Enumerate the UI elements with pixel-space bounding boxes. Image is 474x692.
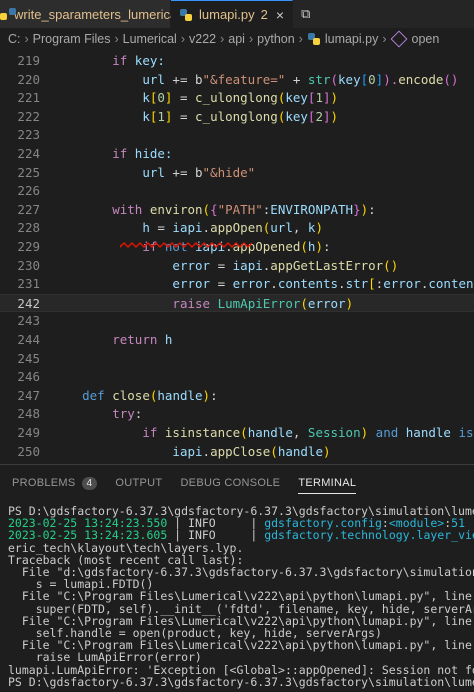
breadcrumb-item[interactable]: v222 bbox=[189, 32, 216, 46]
code-text: def close(handle): bbox=[82, 387, 218, 403]
line-number: 227 bbox=[17, 201, 40, 217]
code-text: with environ({"PATH":ENVIRONPATH}): bbox=[112, 201, 376, 217]
code-line[interactable]: 246 bbox=[0, 368, 474, 386]
breadcrumb-item[interactable]: python bbox=[257, 32, 295, 46]
code-text: k[0] = c_ulonglong(key[1]) bbox=[142, 90, 339, 106]
tab-terminal[interactable]: TERMINAL bbox=[298, 468, 357, 498]
code-text: iapi.appClose(handle) bbox=[172, 443, 331, 459]
python-file-icon bbox=[307, 32, 321, 46]
split-editor-icon[interactable]: ⧉ bbox=[293, 0, 318, 28]
breadcrumb-item[interactable]: C: bbox=[8, 32, 21, 46]
tab-label: PROBLEMS bbox=[12, 477, 76, 489]
terminal-line: PS D:\gdsfactory-6.37.3\gdsfactory-6.37.… bbox=[8, 674, 474, 689]
line-number: 247 bbox=[17, 387, 40, 403]
code-line[interactable]: 250 iapi.appClose(handle) bbox=[0, 443, 474, 461]
code-text: url += b"&feature=" + str(key[0]).encode… bbox=[142, 71, 459, 87]
line-number: 245 bbox=[17, 350, 40, 366]
line-number: 222 bbox=[17, 108, 40, 124]
line-number: 223 bbox=[17, 127, 40, 143]
line-number: 242 bbox=[17, 295, 40, 311]
code-line[interactable]: 227 with environ({"PATH":ENVIRONPATH}): bbox=[0, 201, 474, 219]
code-text: if isinstance(handle, Session) and handl… bbox=[142, 425, 474, 440]
error-squiggle bbox=[120, 242, 252, 248]
line-number: 230 bbox=[17, 257, 40, 273]
tab-output[interactable]: OUTPUT bbox=[115, 468, 162, 498]
code-text: h = iapi.appOpen(url, k) bbox=[142, 220, 323, 236]
code-text: raise LumApiError(error) bbox=[172, 295, 354, 311]
tab-write-sparameters[interactable]: write_sparameters_lumerical.py 2 bbox=[0, 0, 211, 28]
code-line[interactable]: 243 bbox=[0, 312, 474, 330]
code-line[interactable]: 245 bbox=[0, 350, 474, 368]
code-text: try: bbox=[112, 406, 143, 422]
tab-label: TERMINAL bbox=[298, 477, 357, 489]
line-number: 225 bbox=[17, 164, 40, 180]
tab-label: write_sparameters_lumerical.py bbox=[14, 6, 198, 22]
code-line[interactable]: 247 def close(handle): bbox=[0, 387, 474, 405]
code-line[interactable]: 220 url += b"&feature=" + str(key[0]).en… bbox=[0, 71, 474, 89]
code-text: url += b"&hide" bbox=[142, 164, 256, 180]
code-line[interactable]: 223 bbox=[0, 126, 474, 144]
code-text: return h bbox=[112, 332, 173, 347]
line-number: 229 bbox=[17, 239, 40, 254]
code-line[interactable]: 224 if hide: bbox=[0, 145, 474, 163]
line-number: 250 bbox=[17, 443, 40, 459]
code-line[interactable]: 230 error = iapi.appGetLastError() bbox=[0, 257, 474, 275]
code-line[interactable]: 221 k[0] = c_ulonglong(key[1]) bbox=[0, 89, 474, 107]
code-text: error = error.contents.str[:error.conten… bbox=[172, 276, 474, 292]
python-file-icon bbox=[179, 8, 193, 22]
code-text: if hide: bbox=[112, 146, 173, 161]
breadcrumb-item[interactable]: Lumerical bbox=[123, 32, 177, 46]
panel-tab-bar: PROBLEMS 4 OUTPUT DEBUG CONSOLE TERMINAL bbox=[0, 468, 474, 498]
line-number: 246 bbox=[17, 369, 40, 385]
line-number: 220 bbox=[17, 71, 40, 87]
line-number: 249 bbox=[17, 425, 40, 440]
code-line[interactable]: 222 k[1] = c_ulonglong(key[2]) bbox=[0, 108, 474, 126]
code-editor[interactable]: 219 if key: 220 url += b"&feature=" + str… bbox=[0, 50, 474, 464]
problems-count-badge: 4 bbox=[81, 476, 98, 490]
line-number: 224 bbox=[17, 146, 40, 161]
line-number: 219 bbox=[17, 53, 40, 68]
close-icon[interactable]: × bbox=[276, 7, 284, 23]
tab-lumapi[interactable]: lumapi.py 2 × bbox=[171, 0, 294, 28]
code-line[interactable]: 249 if isinstance(handle, Session) and h… bbox=[0, 424, 474, 442]
code-line[interactable]: 225 url += b"&hide" bbox=[0, 164, 474, 182]
code-line-current[interactable]: 242 raise LumApiError(error) bbox=[0, 293, 474, 312]
line-number: 231 bbox=[17, 276, 40, 292]
line-number: 226 bbox=[17, 183, 40, 199]
terminal-output[interactable]: PS D:\gdsfactory-6.37.3\gdsfactory-6.37.… bbox=[0, 504, 474, 692]
breadcrumb: C: › Program Files › Lumerical › v222 › api ›… bbox=[8, 30, 440, 48]
code-line[interactable]: 244 return h bbox=[0, 331, 474, 349]
line-number: 243 bbox=[17, 313, 40, 329]
line-number: 221 bbox=[17, 90, 40, 106]
breadcrumb-item[interactable]: api bbox=[228, 32, 245, 46]
code-line[interactable]: 226 bbox=[0, 182, 474, 200]
line-number: 228 bbox=[17, 220, 40, 236]
panel-divider bbox=[0, 464, 474, 465]
code-text: k[1] = c_ulonglong(key[2]) bbox=[142, 108, 339, 124]
breadcrumb-item[interactable]: Program Files bbox=[33, 32, 111, 46]
tab-label: lumapi.py bbox=[199, 7, 255, 22]
breadcrumb-item[interactable]: lumapi.py bbox=[325, 32, 379, 46]
tab-label: OUTPUT bbox=[115, 477, 163, 489]
code-line[interactable]: 219 if key: bbox=[0, 52, 474, 70]
code-text: error = iapi.appGetLastError() bbox=[172, 257, 399, 273]
line-number: 244 bbox=[17, 332, 40, 347]
tab-problems[interactable]: PROBLEMS 4 bbox=[12, 468, 98, 498]
line-number: 248 bbox=[17, 406, 40, 422]
tab-debug-console[interactable]: DEBUG CONSOLE bbox=[180, 468, 280, 498]
code-line[interactable]: 231 error = error.contents.str[:error.co… bbox=[0, 275, 474, 293]
code-line[interactable]: 248 try: bbox=[0, 405, 474, 423]
tab-problem-count: 2 bbox=[260, 7, 268, 22]
code-text: if key: bbox=[112, 53, 165, 68]
editor-tab-bar: write_sparameters_lumerical.py 2 lumapi.… bbox=[0, 0, 474, 28]
code-line[interactable]: 228 h = iapi.appOpen(url, k) bbox=[0, 219, 474, 237]
breadcrumb-item[interactable]: open bbox=[412, 32, 440, 46]
symbol-method-icon bbox=[390, 30, 408, 48]
tab-label: DEBUG CONSOLE bbox=[180, 477, 281, 489]
